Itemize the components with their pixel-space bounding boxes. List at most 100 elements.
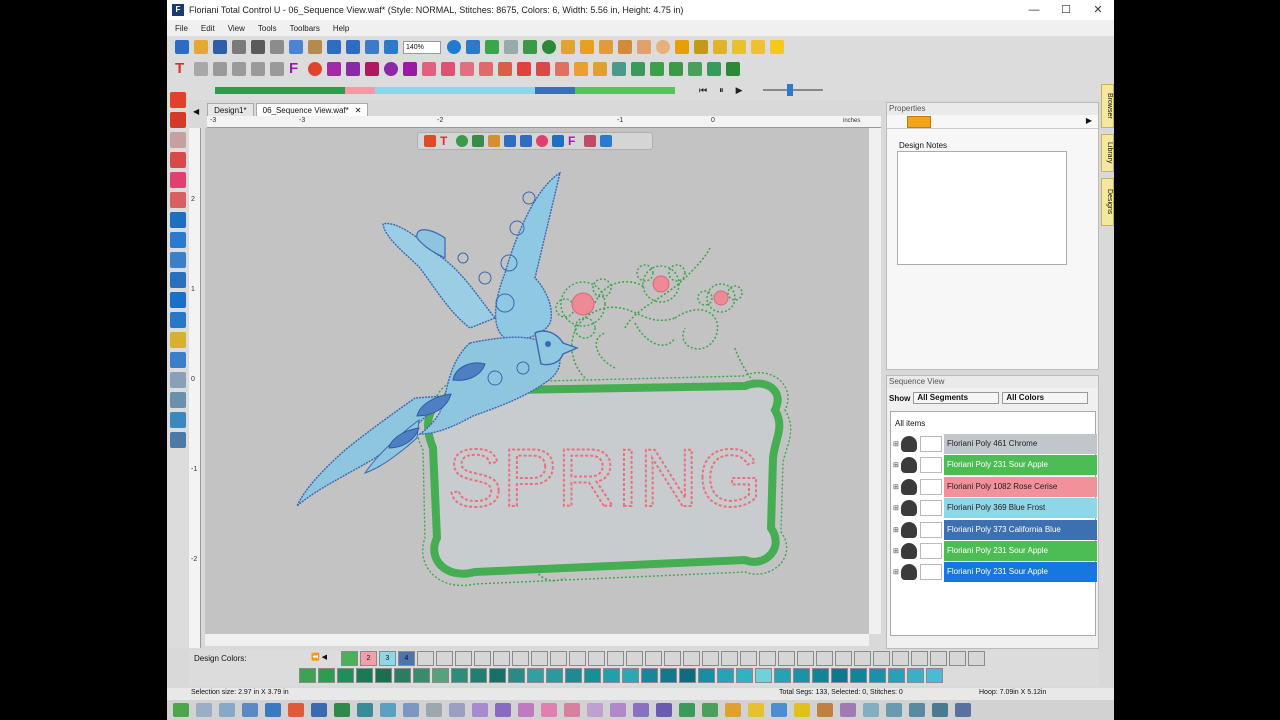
- palette-swatch[interactable]: [907, 668, 924, 683]
- design-color-swatch[interactable]: 3: [379, 651, 396, 666]
- text-tool-icon[interactable]: T: [175, 61, 189, 76]
- frame2-icon[interactable]: [441, 62, 455, 76]
- stitch-pattern-icon[interactable]: [311, 703, 327, 717]
- palette-swatch[interactable]: [926, 668, 943, 683]
- stitch-pattern-icon[interactable]: [564, 703, 580, 717]
- color-icon[interactable]: [561, 40, 575, 54]
- stitch-pattern-icon[interactable]: [886, 703, 902, 717]
- copy-icon[interactable]: [289, 40, 303, 54]
- stitch-pattern-icon[interactable]: [472, 703, 488, 717]
- expand-icon[interactable]: ⊞: [893, 526, 901, 534]
- palette-swatch[interactable]: [375, 668, 392, 683]
- leaf-icon[interactable]: [365, 62, 379, 76]
- empty-swatch[interactable]: [949, 651, 966, 666]
- player-pause-button[interactable]: ⏸: [719, 85, 724, 96]
- grid-flower-icon[interactable]: [403, 62, 417, 76]
- stitch-progress-bar[interactable]: [215, 86, 675, 94]
- expand-icon[interactable]: ⊞: [893, 504, 901, 512]
- player-play-button[interactable]: ▶: [736, 85, 743, 96]
- empty-swatch[interactable]: [968, 651, 985, 666]
- select-arrow-icon[interactable]: [424, 135, 436, 147]
- save-icon[interactable]: [213, 40, 227, 54]
- stitch-pattern-icon[interactable]: [219, 703, 235, 717]
- visibility-icon[interactable]: [901, 521, 917, 538]
- lock-icon[interactable]: [675, 40, 689, 54]
- stitch-pattern-icon[interactable]: [679, 703, 695, 717]
- pencil-icon[interactable]: [732, 40, 746, 54]
- palette-swatch[interactable]: [527, 668, 544, 683]
- design-canvas[interactable]: SPRING T F: [205, 128, 869, 634]
- rotate2-icon[interactable]: [669, 62, 683, 76]
- palette-swatch[interactable]: [755, 668, 772, 683]
- menu-view[interactable]: View: [228, 24, 245, 33]
- visibility-icon[interactable]: [901, 543, 917, 559]
- wand-icon[interactable]: [580, 40, 594, 54]
- palette-swatch[interactable]: [451, 668, 468, 683]
- name-icon[interactable]: [384, 62, 398, 76]
- empty-swatch[interactable]: [816, 651, 833, 666]
- canvas-vertical-scrollbar[interactable]: [869, 128, 881, 634]
- segments-select[interactable]: All Segments: [913, 392, 1000, 404]
- close-button[interactable]: ✕: [1082, 0, 1114, 20]
- font-icon[interactable]: F: [289, 61, 303, 76]
- stitch-pattern-icon[interactable]: [748, 703, 764, 717]
- settings-icon[interactable]: [384, 40, 398, 54]
- empty-swatch[interactable]: [626, 651, 643, 666]
- zoom-tool-icon[interactable]: [170, 152, 186, 168]
- empty-swatch[interactable]: [778, 651, 795, 666]
- stitch-pattern-icon[interactable]: [817, 703, 833, 717]
- empty-swatch[interactable]: [455, 651, 472, 666]
- palette-swatch[interactable]: [337, 668, 354, 683]
- redo-icon[interactable]: [520, 135, 532, 147]
- zoom-fit-icon[interactable]: [447, 40, 461, 54]
- empty-swatch[interactable]: [911, 651, 928, 666]
- stitch-pattern-icon[interactable]: [196, 703, 212, 717]
- empty-swatch[interactable]: [569, 651, 586, 666]
- stitch-pattern-icon[interactable]: [403, 703, 419, 717]
- transform-icon[interactable]: [726, 62, 740, 76]
- sequence-item[interactable]: ⊞ Floriani Poly 1082 Rose Cerise: [893, 476, 1097, 497]
- palette-swatch[interactable]: [356, 668, 373, 683]
- empty-swatch[interactable]: [474, 651, 491, 666]
- sequence-item[interactable]: ⊞ Floriani Poly 461 Chrome: [893, 434, 1097, 454]
- stitch-pattern-icon[interactable]: [656, 703, 672, 717]
- notes-tab[interactable]: [907, 116, 931, 128]
- expand-icon[interactable]: ⊞: [893, 440, 901, 448]
- rotate-icon[interactable]: [650, 62, 664, 76]
- empty-swatch[interactable]: [550, 651, 567, 666]
- palette-swatch[interactable]: [888, 668, 905, 683]
- empty-swatch[interactable]: [797, 651, 814, 666]
- stitch-pattern-icon[interactable]: [518, 703, 534, 717]
- sequence-item[interactable]: ⊞ Floriani Poly 231 Sour Apple: [893, 562, 1097, 583]
- stitch-pattern-icon[interactable]: [725, 703, 741, 717]
- visibility-icon[interactable]: [901, 436, 917, 452]
- knife-icon[interactable]: [170, 232, 186, 248]
- stitch-pattern-icon[interactable]: [449, 703, 465, 717]
- align-icon[interactable]: [574, 62, 588, 76]
- bulb-icon[interactable]: [170, 412, 186, 428]
- tabs-right-arrow-icon[interactable]: ▶: [1086, 116, 1092, 125]
- frame5-icon[interactable]: [498, 62, 512, 76]
- magic-icon[interactable]: [599, 40, 613, 54]
- save-all-icon[interactable]: [232, 40, 246, 54]
- palette-swatch[interactable]: [660, 668, 677, 683]
- empty-swatch[interactable]: [930, 651, 947, 666]
- pan-icon[interactable]: [170, 132, 186, 148]
- canvas-horizontal-scrollbar[interactable]: [205, 634, 869, 646]
- zoom-icon[interactable]: [536, 135, 548, 147]
- empty-swatch[interactable]: [607, 651, 624, 666]
- burst-icon[interactable]: [327, 62, 341, 76]
- stitch-pattern-icon[interactable]: [909, 703, 925, 717]
- camera-icon[interactable]: [170, 432, 186, 448]
- stitch-pattern-icon[interactable]: [380, 703, 396, 717]
- stitch-pattern-icon[interactable]: [610, 703, 626, 717]
- empty-swatch[interactable]: [702, 651, 719, 666]
- tri-icon[interactable]: [251, 62, 265, 76]
- palette-swatch[interactable]: [470, 668, 487, 683]
- group-icon[interactable]: [688, 62, 702, 76]
- stitch-pattern-icon[interactable]: [334, 703, 350, 717]
- photo-icon[interactable]: [170, 392, 186, 408]
- empty-swatch[interactable]: [721, 651, 738, 666]
- star-icon[interactable]: [770, 40, 784, 54]
- palette-swatch[interactable]: [736, 668, 753, 683]
